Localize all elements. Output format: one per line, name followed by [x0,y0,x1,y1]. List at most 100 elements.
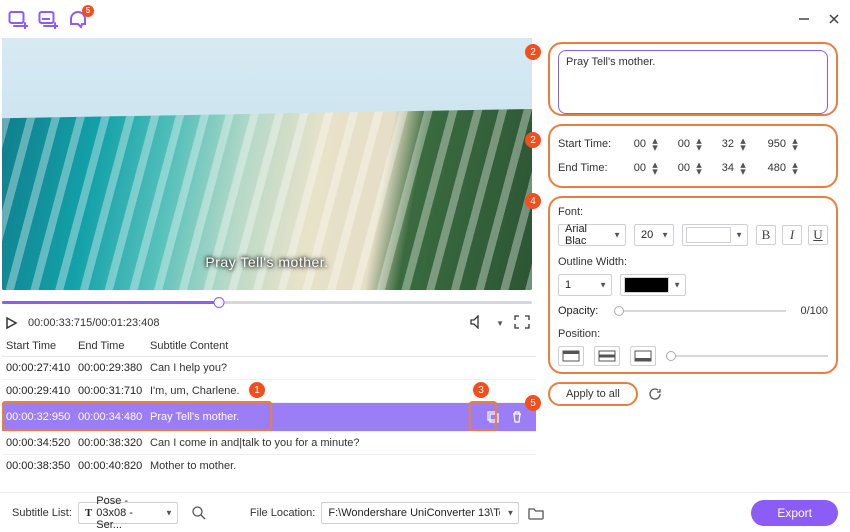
progress-fill [2,301,219,304]
time-display: 00:00:33:715/00:01:23:408 [28,317,160,329]
apply-row: Apply to all [548,382,838,406]
subtitle-overlay: Pray Tell's mother. [2,254,532,270]
table-row[interactable]: 00:00:27:41000:00:29:380Can I help you? [2,357,536,380]
refresh-icon[interactable] [646,385,664,403]
start-mm[interactable]: ▴▾ [666,134,704,154]
position-middle-button[interactable] [594,346,620,366]
outline-width-select[interactable]: 1▼ [558,274,612,296]
end-hh[interactable]: ▴▾ [622,158,660,178]
font-color-select[interactable]: ▼ [682,224,748,246]
badge: 5 [82,5,94,17]
window-controls [796,11,842,27]
chevron-down-icon: ▼ [613,231,621,240]
callout-3: 3 [473,382,489,398]
font-label: Font: [558,206,828,218]
outline-row: 1▼ ▼ [558,274,828,296]
callout-1: 1 [249,382,265,398]
chevron-down-icon: ▼ [599,281,607,290]
add-subtitle-icon[interactable] [38,9,58,29]
search-icon[interactable] [188,502,210,524]
opacity-max: /100 [807,305,828,317]
table-row[interactable]: 00:00:29:41000:00:31:710I'm, um, Charlen… [2,380,536,403]
right-pane: 2 2 Start Time: ▴▾ ▴▾ ▴▾ ▴▾ End Time: ▴▾… [536,38,850,492]
progress-bar[interactable] [2,296,532,310]
row-end: 00:00:38:320 [78,437,150,449]
callout-2: 2 [525,44,541,60]
minimize-button[interactable] [796,11,812,27]
row-end: 00:00:29:380 [78,362,150,374]
export-button[interactable]: Export [751,500,838,526]
spin-down-icon[interactable]: ▾ [650,144,660,151]
apply-to-all-button[interactable]: Apply to all [548,382,638,406]
highlight-box-3 [469,401,497,431]
highlight-box-1 [2,401,272,431]
row-text: Can I help you? [150,362,532,374]
subtitle-text-input[interactable] [558,50,828,114]
start-ms[interactable]: ▴▾ [754,134,800,154]
position-bottom-button[interactable] [630,346,656,366]
chevron-down-icon: ▼ [673,281,681,290]
row-start: 00:00:38:350 [6,460,78,472]
col-content: Subtitle Content [150,340,536,352]
end-ms[interactable]: ▴▾ [754,158,800,178]
row-start: 00:00:34:520 [6,437,78,449]
volume-chevron-down-icon[interactable]: ▼ [496,319,504,328]
opacity-label: Opacity: [558,305,606,317]
titlebar: 5 [0,0,850,38]
row-text: Can I come in and|talk to you for a minu… [150,437,532,449]
position-label: Position: [558,328,828,340]
close-button[interactable] [826,11,842,27]
outline-width-label: Outline Width: [558,256,828,268]
volume-icon[interactable] [470,315,486,332]
outline-color-select[interactable]: ▼ [620,274,686,296]
font-family-select[interactable]: Arial Blac▼ [558,224,626,246]
position-slider[interactable] [666,349,828,363]
end-mm[interactable]: ▴▾ [666,158,704,178]
chevron-down-icon: ▼ [165,508,173,517]
start-ss[interactable]: ▴▾ [710,134,748,154]
start-time-row: Start Time: ▴▾ ▴▾ ▴▾ ▴▾ [558,132,828,156]
toolbar: 5 [8,9,88,29]
group-font: Font: Arial Blac▼ 20▼ ▼ B I U Outline Wi… [548,196,838,374]
start-hh[interactable]: ▴▾ [622,134,660,154]
position-row [558,346,828,366]
col-start: Start Time [6,340,78,352]
row-start: 00:00:29:410 [6,385,78,397]
row-end: 00:00:40:820 [78,460,150,472]
chevron-down-icon: ▼ [506,508,514,517]
open-folder-icon[interactable] [525,502,547,524]
table-row[interactable]: 00:00:34:52000:00:38:320Can I come in an… [2,432,536,455]
group-subtitle-text [548,42,838,116]
slider-thumb[interactable] [666,351,676,361]
row-start: 00:00:27:410 [6,362,78,374]
font-size-select[interactable]: 20▼ [634,224,674,246]
progress-thumb[interactable] [214,297,225,308]
font-color-swatch [686,227,731,243]
italic-button[interactable]: I [782,225,802,245]
row-delete-icon[interactable] [508,408,526,426]
subtitle-list-label: Subtitle List: [12,507,72,519]
subtitle-list-select[interactable]: T Pose - 03x08 - Ser... ▼ [78,502,178,524]
table-row[interactable]: 00:00:38:35000:00:40:820Mother to mother… [2,455,536,477]
end-ss[interactable]: ▴▾ [710,158,748,178]
underline-button[interactable]: U [808,225,828,245]
row-text: Mother to mother. [150,460,532,472]
slider-track [666,355,828,357]
position-top-button[interactable] [558,346,584,366]
start-time-label: Start Time: [558,138,616,150]
outline-color-swatch [624,277,669,293]
col-end: End Time [78,340,150,352]
bold-button[interactable]: B [756,225,776,245]
add-video-icon[interactable] [8,9,28,29]
video-preview[interactable]: Pray Tell's mother. [2,38,532,290]
auto-caption-icon[interactable]: 5 [68,9,88,29]
slider-track [614,310,786,312]
footer-bar: Subtitle List: T Pose - 03x08 - Ser... ▼… [0,492,850,532]
play-button[interactable] [4,316,18,330]
file-location-label: File Location: [250,507,315,519]
fullscreen-icon[interactable] [514,315,530,332]
file-location-select[interactable]: F:\Wondershare UniConverter 13\To-bur ▼ [321,502,519,524]
slider-thumb[interactable] [614,306,624,316]
chevron-down-icon: ▼ [735,231,743,240]
opacity-slider[interactable] [614,304,786,318]
